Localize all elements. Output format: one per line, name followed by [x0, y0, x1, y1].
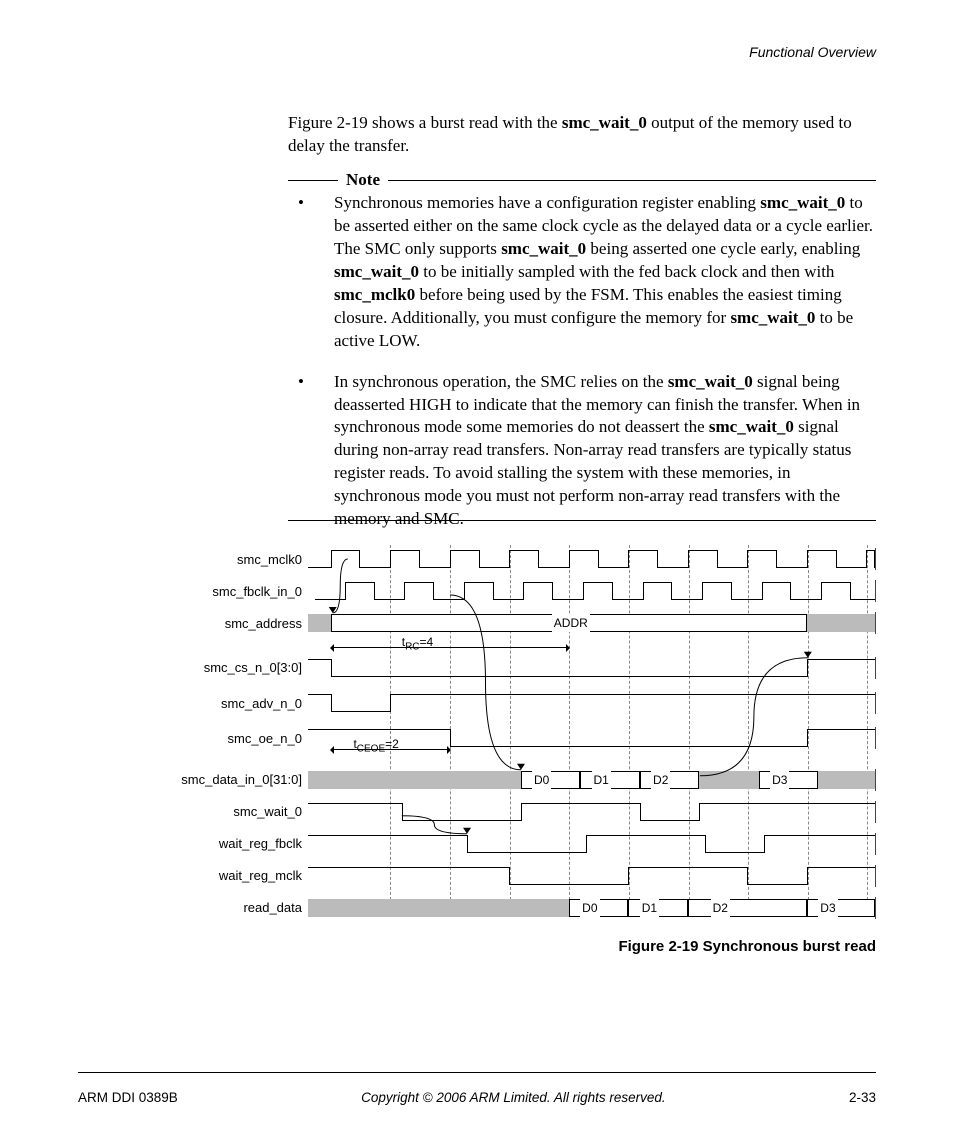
figure-caption: Figure 2-19 Synchronous burst read: [618, 938, 876, 955]
signal-label: smc_address: [120, 616, 308, 631]
timing-diagram: smc_mclk0smc_fbclk_in_0smc_addressADDRsm…: [120, 545, 876, 905]
data-label: D3: [770, 771, 789, 789]
signal-row: smc_fbclk_in_0: [120, 577, 876, 605]
note-rule-right: [388, 180, 876, 181]
note-heading: Note: [288, 170, 876, 190]
annotation-trc: tRC=4: [402, 635, 433, 652]
intro-bold: smc_wait_0: [562, 113, 647, 132]
footer-left: ARM DDI 0389B: [78, 1090, 178, 1105]
note-rule-left: [288, 180, 338, 181]
data-label: D0: [532, 771, 551, 789]
signal-row: smc_oe_n_0: [120, 724, 876, 752]
signal-wave: [308, 865, 876, 887]
signal-wave: [308, 833, 876, 855]
signal-label: smc_wait_0: [120, 804, 308, 819]
signal-label: smc_mclk0: [120, 552, 308, 567]
signal-label: smc_cs_n_0[3:0]: [120, 660, 308, 675]
note-item: Synchronous memories have a configuratio…: [288, 192, 876, 353]
signal-wave: ADDR: [308, 612, 876, 634]
intro-pre: Figure 2-19 shows a burst read with the: [288, 113, 562, 132]
footer-rule: [78, 1072, 876, 1073]
note-list: Synchronous memories have a configuratio…: [288, 192, 876, 549]
note-end-rule: [288, 520, 876, 521]
signal-label: read_data: [120, 900, 308, 915]
note-item: In synchronous operation, the SMC relies…: [288, 371, 876, 532]
signal-label: smc_fbclk_in_0: [120, 584, 308, 599]
signal-row: smc_address ADDR: [120, 609, 876, 637]
signal-wave: [308, 657, 876, 679]
note-label: Note: [346, 170, 380, 190]
signal-wave: [308, 692, 876, 714]
signal-wave: D0 D1 D2 D3: [308, 769, 876, 791]
annotation-arrow-trc: [331, 647, 570, 648]
signal-wave: [308, 580, 876, 602]
data-label: ADDR: [552, 614, 590, 632]
signal-row: smc_mclk0: [120, 545, 876, 573]
signal-row: smc_cs_n_0[3:0]: [120, 654, 876, 682]
data-label: D2: [711, 899, 730, 917]
intro-paragraph: Figure 2-19 shows a burst read with the …: [288, 112, 876, 158]
data-label: D0: [580, 899, 599, 917]
signal-wave: D0 D1 D2 D3: [308, 897, 876, 919]
signal-label: smc_adv_n_0: [120, 696, 308, 711]
signal-row: wait_reg_mclk: [120, 862, 876, 890]
page: Functional Overview Figure 2-19 shows a …: [0, 0, 954, 1145]
footer-center: Copyright © 2006 ARM Limited. All rights…: [361, 1090, 666, 1105]
signal-label: smc_oe_n_0: [120, 731, 308, 746]
signal-row: read_data D0 D1 D2 D3: [120, 894, 876, 922]
page-footer: ARM DDI 0389B Copyright © 2006 ARM Limit…: [78, 1090, 876, 1105]
data-label: D1: [592, 771, 611, 789]
running-header: Functional Overview: [749, 44, 876, 60]
signal-row: wait_reg_fbclk: [120, 830, 876, 858]
data-label: D1: [640, 899, 659, 917]
data-label: D2: [651, 771, 670, 789]
signal-wave: [308, 548, 876, 570]
signal-row: smc_data_in_0[31:0] D0 D1 D2 D3: [120, 766, 876, 794]
signal-label: smc_data_in_0[31:0]: [120, 772, 308, 787]
signal-label: wait_reg_mclk: [120, 868, 308, 883]
annotation-tceoe: tCEOE=2: [353, 737, 398, 754]
signal-row: smc_adv_n_0: [120, 689, 876, 717]
signal-row: smc_wait_0: [120, 798, 876, 826]
footer-right: 2-33: [849, 1090, 876, 1105]
signal-wave: [308, 801, 876, 823]
signal-label: wait_reg_fbclk: [120, 836, 308, 851]
data-label: D3: [818, 899, 837, 917]
